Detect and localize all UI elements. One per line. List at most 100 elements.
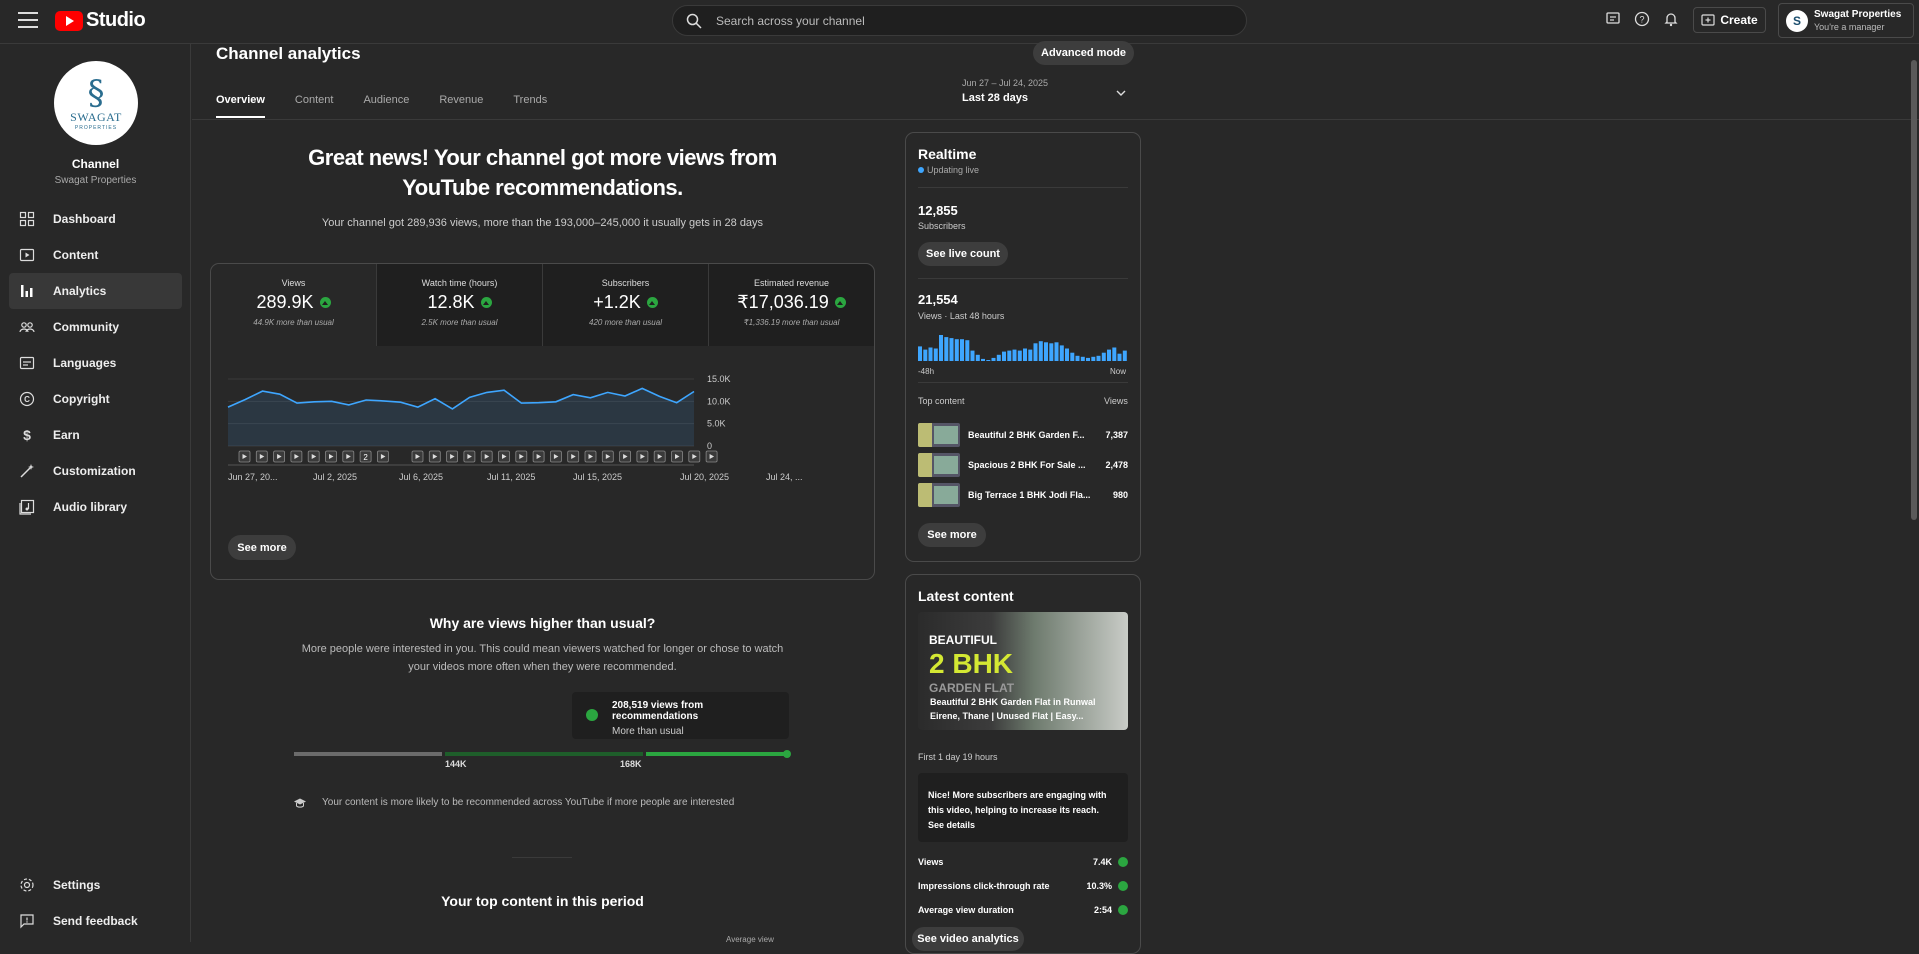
help-icon[interactable]: ? bbox=[1634, 11, 1650, 27]
realtime-bar[interactable] bbox=[1086, 357, 1090, 361]
trend-up-icon bbox=[480, 297, 492, 308]
tab-audience[interactable]: Audience bbox=[363, 94, 409, 118]
search-bar[interactable] bbox=[672, 5, 1247, 36]
realtime-bar[interactable] bbox=[1059, 345, 1064, 361]
date-range-dates: Jun 27 – Jul 24, 2025 bbox=[962, 78, 1049, 88]
see-live-count-button[interactable]: See live count bbox=[918, 242, 1008, 266]
realtime-bar[interactable] bbox=[970, 350, 975, 361]
realtime-bar[interactable] bbox=[1107, 349, 1111, 361]
metric-estimated-revenue[interactable]: Estimated revenue ₹17,036.19 ₹1,336.19 m… bbox=[709, 264, 874, 346]
metric-watch-time[interactable]: Watch time (hours) 12.8K 2.5K more than … bbox=[377, 264, 543, 346]
sidebar-item-copyright[interactable]: C Copyright bbox=[9, 381, 182, 417]
sidebar-item-earn[interactable]: $ Earn bbox=[9, 417, 182, 453]
captions-icon[interactable] bbox=[1605, 11, 1621, 27]
video-views: 7,387 bbox=[1105, 430, 1128, 440]
realtime-bar[interactable] bbox=[991, 357, 996, 361]
realtime-bar[interactable] bbox=[1012, 349, 1017, 361]
realtime-see-more-button[interactable]: See more bbox=[918, 523, 986, 547]
realtime-bar[interactable] bbox=[1002, 351, 1006, 361]
account-switcher[interactable]: S Swagat Properties You're a manager bbox=[1778, 3, 1914, 38]
live-label: Updating live bbox=[927, 165, 980, 175]
realtime-bar[interactable] bbox=[1033, 343, 1038, 361]
sidebar-item-community[interactable]: Community bbox=[9, 309, 182, 345]
realtime-bar[interactable] bbox=[954, 339, 959, 361]
page-scrollbar[interactable] bbox=[1911, 60, 1917, 520]
latest-video-thumbnail[interactable]: BEAUTIFUL 2 BHK GARDEN FLAT Beautiful 2 … bbox=[918, 612, 1128, 730]
trend-up-icon bbox=[1118, 857, 1128, 867]
sidebar-item-settings[interactable]: Settings bbox=[9, 867, 182, 903]
see-video-analytics-button[interactable]: See video analytics bbox=[912, 927, 1024, 951]
realtime-bar[interactable] bbox=[1017, 350, 1022, 361]
metric-value: ₹17,036.19 bbox=[737, 292, 829, 312]
hamburger-menu-icon[interactable] bbox=[18, 12, 38, 30]
overview-card: Views 289.9K 44.9K more than usual Watch… bbox=[210, 263, 875, 580]
realtime-bar[interactable] bbox=[939, 335, 943, 361]
realtime-bar[interactable] bbox=[1065, 348, 1069, 362]
realtime-bar[interactable] bbox=[1101, 352, 1106, 361]
sidebar-item-content[interactable]: Content bbox=[9, 237, 182, 273]
realtime-bar[interactable] bbox=[981, 358, 985, 361]
subscriber-label: Subscribers bbox=[918, 221, 966, 231]
logo-text: Studio bbox=[86, 9, 146, 31]
metric-views[interactable]: Views 289.9K 44.9K more than usual bbox=[211, 264, 377, 346]
realtime-bar[interactable] bbox=[1080, 356, 1085, 361]
thumbnail-text-line3: GARDEN FLAT bbox=[929, 681, 1015, 695]
notifications-icon[interactable] bbox=[1663, 11, 1679, 27]
realtime-bar[interactable] bbox=[1028, 349, 1033, 361]
header-divider bbox=[192, 119, 1919, 120]
sidebar-item-languages[interactable]: Languages bbox=[9, 345, 182, 381]
realtime-bar[interactable] bbox=[928, 347, 933, 362]
list-item[interactable]: Beautiful 2 BHK Garden F... 7,387 bbox=[918, 423, 1128, 447]
realtime-bar[interactable] bbox=[933, 348, 938, 362]
search-input[interactable] bbox=[716, 13, 1166, 28]
tab-content[interactable]: Content bbox=[295, 94, 334, 118]
channel-avatar[interactable]: § SWAGAT PROPERTIES bbox=[54, 61, 138, 145]
realtime-bar[interactable] bbox=[1007, 350, 1012, 361]
realtime-bar[interactable] bbox=[1023, 348, 1027, 362]
x-tick-label: Jul 15, 2025 bbox=[573, 472, 622, 482]
date-range-picker[interactable]: Jun 27 – Jul 24, 2025 Last 28 days bbox=[962, 78, 1048, 104]
metric-subscribers[interactable]: Subscribers +1.2K 420 more than usual bbox=[543, 264, 709, 346]
studio-logo[interactable]: Studio bbox=[55, 9, 146, 32]
realtime-bar[interactable] bbox=[923, 349, 928, 361]
sidebar-item-analytics[interactable]: Analytics bbox=[9, 273, 182, 309]
sidebar-item-customization[interactable]: Customization bbox=[9, 453, 182, 489]
advanced-mode-button[interactable]: Advanced mode bbox=[1033, 41, 1134, 65]
list-item[interactable]: Spacious 2 BHK For Sale ... 2,478 bbox=[918, 453, 1128, 477]
see-more-button[interactable]: See more bbox=[228, 535, 296, 560]
realtime-bar[interactable] bbox=[918, 346, 922, 361]
realtime-bar[interactable] bbox=[965, 340, 970, 361]
graduation-cap-icon bbox=[294, 798, 306, 808]
realtime-bar[interactable] bbox=[996, 354, 1001, 361]
realtime-views-bars[interactable] bbox=[918, 335, 1128, 361]
sidebar-item-dashboard[interactable]: Dashboard bbox=[9, 201, 182, 237]
realtime-bar[interactable] bbox=[1070, 352, 1075, 361]
realtime-bar[interactable] bbox=[1049, 343, 1054, 361]
realtime-bar[interactable] bbox=[1038, 341, 1043, 361]
realtime-bar[interactable] bbox=[949, 338, 954, 361]
realtime-bar[interactable] bbox=[1117, 353, 1122, 361]
realtime-bar[interactable] bbox=[1091, 356, 1096, 361]
realtime-bar[interactable] bbox=[1096, 355, 1101, 361]
realtime-bar[interactable] bbox=[986, 360, 991, 361]
sidebar-item-audio-library[interactable]: Audio library bbox=[9, 489, 182, 525]
tab-trends[interactable]: Trends bbox=[513, 94, 547, 118]
views-chart[interactable]: 15.0K 10.0K 5.0K 0 2 Jun 27, 20... Jul 2, 2025… bbox=[211, 364, 874, 524]
range-above-segment bbox=[646, 752, 788, 756]
see-details-link[interactable]: See details bbox=[928, 820, 975, 830]
realtime-bar[interactable] bbox=[1122, 350, 1127, 361]
realtime-bar[interactable] bbox=[1054, 342, 1059, 361]
realtime-bar[interactable] bbox=[1075, 355, 1080, 361]
realtime-bar[interactable] bbox=[944, 337, 949, 361]
sidebar-item-send-feedback[interactable]: Send feedback bbox=[9, 903, 182, 939]
create-button[interactable]: Create bbox=[1693, 7, 1766, 33]
tab-overview[interactable]: Overview bbox=[216, 94, 265, 118]
why-title: Why are views higher than usual? bbox=[429, 615, 656, 631]
chevron-down-icon[interactable] bbox=[1115, 87, 1127, 99]
realtime-bar[interactable] bbox=[1112, 347, 1117, 362]
realtime-bar[interactable] bbox=[975, 354, 980, 361]
realtime-bar[interactable] bbox=[960, 339, 964, 361]
tab-revenue[interactable]: Revenue bbox=[439, 94, 483, 118]
realtime-bar[interactable] bbox=[1044, 342, 1048, 361]
list-item[interactable]: Big Terrace 1 BHK Jodi Fla... 980 bbox=[918, 483, 1128, 507]
